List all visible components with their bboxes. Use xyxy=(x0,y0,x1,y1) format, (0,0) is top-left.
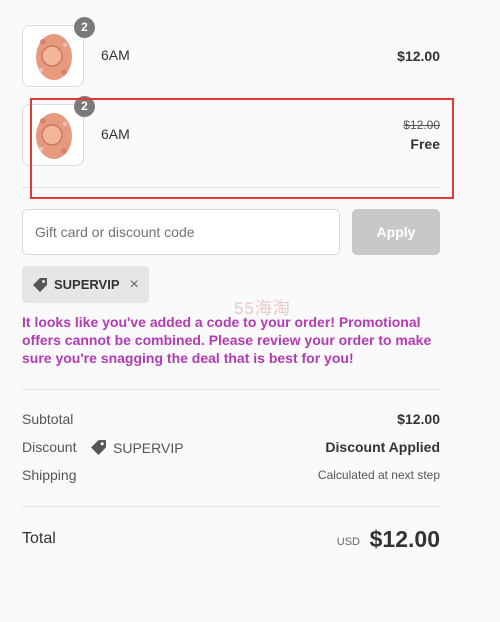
divider xyxy=(22,506,440,507)
line-item: 2 6AM $12.00 xyxy=(22,17,440,89)
discount-value: Discount Applied xyxy=(325,439,440,455)
total-label: Total xyxy=(22,530,56,547)
discount-row: Discount SUPERVIP Discount Applied xyxy=(22,439,440,459)
quantity-badge: 2 xyxy=(74,17,95,38)
highlight-annotation-box xyxy=(30,98,454,199)
promo-warning-message: It looks like you've added a code to you… xyxy=(22,314,432,366)
product-price: $12.00 xyxy=(397,48,440,64)
apply-button[interactable]: Apply xyxy=(352,209,440,255)
eyeshadow-product-image xyxy=(36,34,72,80)
subtotal-label: Subtotal xyxy=(22,411,74,427)
remove-discount-icon[interactable]: × xyxy=(130,276,139,293)
tag-icon xyxy=(33,277,47,292)
subtotal-value: $12.00 xyxy=(397,411,440,427)
subtotal-row: Subtotal $12.00 xyxy=(22,411,440,431)
discount-label: Discount xyxy=(22,439,77,455)
total-amount: $12.00 xyxy=(369,526,440,552)
shipping-row: Shipping Calculated at next step xyxy=(22,467,440,487)
divider xyxy=(22,389,440,390)
product-thumbnail xyxy=(22,25,84,87)
total-currency: USD xyxy=(336,536,360,548)
discount-code-text: SUPERVIP xyxy=(113,439,184,456)
discount-code-display: SUPERVIP xyxy=(90,439,184,456)
product-name: 6AM xyxy=(101,47,130,63)
shipping-label: Shipping xyxy=(22,467,77,483)
shipping-value: Calculated at next step xyxy=(317,468,440,482)
discount-code-input[interactable] xyxy=(22,209,340,255)
applied-code-label: SUPERVIP xyxy=(54,277,120,292)
tag-icon xyxy=(91,440,106,455)
applied-discount-chip: SUPERVIP × xyxy=(22,266,149,303)
